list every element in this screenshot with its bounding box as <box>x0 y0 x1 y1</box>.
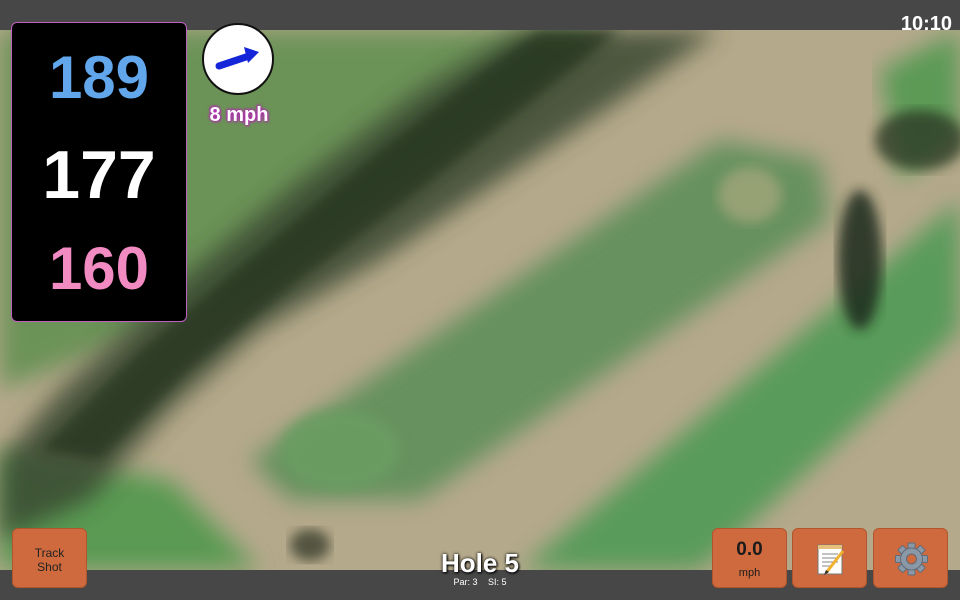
track-shot-label-line1: Track <box>34 546 65 560</box>
distance-panel: 189 177 160 <box>11 22 187 322</box>
notepad-icon <box>817 544 845 575</box>
track-shot-button[interactable]: Track Shot <box>12 528 87 588</box>
speed-value: 0.0 <box>736 539 763 560</box>
notes-button[interactable] <box>792 528 867 588</box>
hole-par: Par: 3 <box>453 577 478 587</box>
wind-indicator <box>202 23 274 95</box>
wind-arrow-icon <box>215 47 259 70</box>
clock: 10:10 <box>900 13 952 35</box>
front-distance: 160 <box>48 235 150 302</box>
speed-unit: mph <box>738 567 761 579</box>
back-distance: 189 <box>48 44 150 111</box>
middle-distance: 177 <box>42 137 156 213</box>
hole-stroke-index: SI: 5 <box>488 577 507 587</box>
settings-button[interactable] <box>873 528 948 588</box>
speed-button[interactable]: 0.0 mph <box>712 528 787 588</box>
track-shot-label-line2: Shot <box>37 560 62 574</box>
hole-title: Hole 5 <box>440 548 520 578</box>
hole-info: Par: 3 SI: 5 <box>380 577 580 587</box>
wind-speed-label: 8 mph <box>209 104 269 126</box>
gear-icon <box>895 542 928 576</box>
